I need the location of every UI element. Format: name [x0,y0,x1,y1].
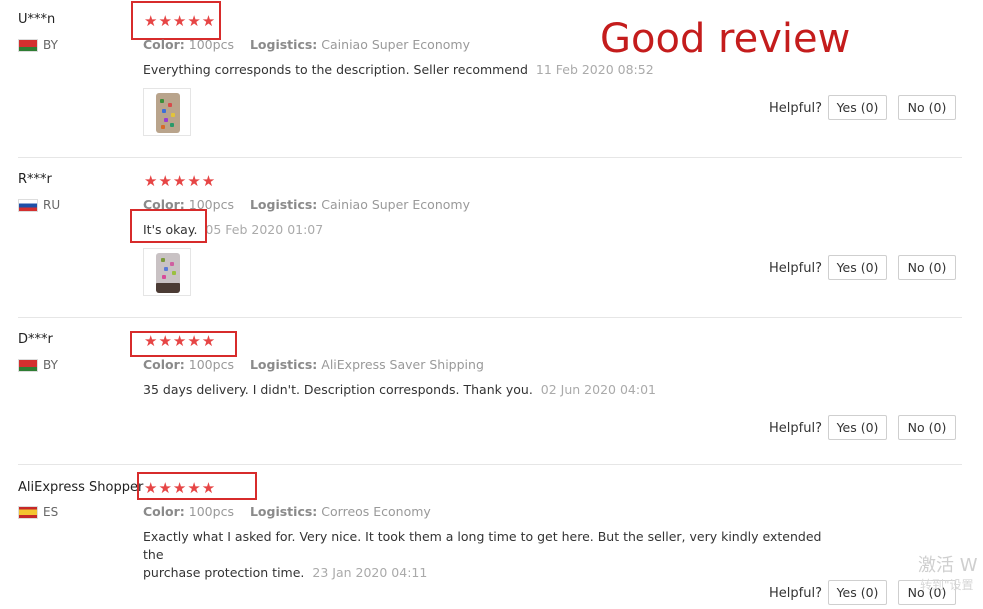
review-meta: Color: 100pcs Logistics: Cainiao Super E… [143,37,470,52]
review-text: Exactly what I asked for. Very nice. It … [143,528,843,582]
logistics-value: Cainiao Super Economy [321,197,470,212]
activation-watermark: 激活 W [918,555,978,576]
review-date: 05 Feb 2020 01:07 [205,222,324,237]
helpful-label: Helpful? [769,586,822,601]
review-date: 11 Feb 2020 08:52 [535,62,654,77]
helpful-no-button[interactable]: No (0) [898,415,956,440]
review-body-line2: purchase protection time. [143,565,305,580]
reviewer-name: U***n [18,12,56,27]
logistics-label: Logistics: [249,357,318,372]
logistics-value: AliExpress Saver Shipping [321,357,484,372]
reviewer-country: BY [18,38,58,52]
review-meta: Color: 100pcs Logistics: Correos Economy [143,504,431,519]
color-label: Color: [143,357,185,372]
review-text: 35 days delivery. I didn't. Description … [143,381,656,399]
review-photo-thumbnail[interactable] [143,88,191,136]
color-label: Color: [143,37,185,52]
helpful-no-button[interactable]: No (0) [898,95,956,120]
color-value: 100pcs [188,504,234,519]
reviewer-name: D***r [18,332,53,347]
country-code: BY [43,358,58,372]
photo-image [156,93,180,133]
country-code: RU [43,198,61,212]
review-date: 02 Jun 2020 04:01 [540,382,656,397]
flag-icon [18,505,38,519]
review-divider [18,157,962,158]
country-code: BY [43,38,58,52]
reviewer-country: RU [18,198,60,212]
reviewer-name: AliExpress Shopper [18,480,144,495]
review-date: 23 Jan 2020 04:11 [312,565,428,580]
review-meta: Color: 100pcs Logistics: AliExpress Save… [143,357,484,372]
helpful-label: Helpful? [769,101,822,116]
review-divider [18,317,962,318]
flag-icon [18,358,38,372]
color-label: Color: [143,504,185,519]
helpful-yes-button[interactable]: Yes (0) [828,580,887,605]
reviewer-country: BY [18,358,58,372]
activation-watermark-subtext: 转到"设置 [920,578,974,592]
helpful-yes-button[interactable]: Yes (0) [828,95,887,120]
flag-icon [18,198,38,212]
helpful-no-button[interactable]: No (0) [898,255,956,280]
review-photo-thumbnail[interactable] [143,248,191,296]
good-review-annotation: Good review [600,16,851,62]
review-body: Everything corresponds to the descriptio… [143,62,528,77]
highlight-box [137,472,257,500]
highlight-box [130,331,237,357]
color-value: 100pcs [188,37,234,52]
photo-image [156,253,180,293]
highlight-box [131,1,221,40]
logistics-label: Logistics: [249,504,318,519]
logistics-label: Logistics: [249,37,318,52]
reviewer-country: ES [18,505,58,519]
flag-icon [18,38,38,52]
star-rating: ★★★★★ [144,172,217,190]
reviewer-name: R***r [18,172,52,187]
review-divider [18,464,962,465]
helpful-label: Helpful? [769,261,822,276]
logistics-label: Logistics: [249,197,318,212]
highlight-box [130,209,207,243]
review-text: Everything corresponds to the descriptio… [143,61,654,79]
helpful-yes-button[interactable]: Yes (0) [828,255,887,280]
logistics-value: Cainiao Super Economy [321,37,470,52]
logistics-value: Correos Economy [321,504,431,519]
color-value: 100pcs [188,357,234,372]
review-body: 35 days delivery. I didn't. Description … [143,382,533,397]
review-body-line1: Exactly what I asked for. Very nice. It … [143,529,822,562]
helpful-yes-button[interactable]: Yes (0) [828,415,887,440]
helpful-label: Helpful? [769,421,822,436]
country-code: ES [43,505,59,519]
